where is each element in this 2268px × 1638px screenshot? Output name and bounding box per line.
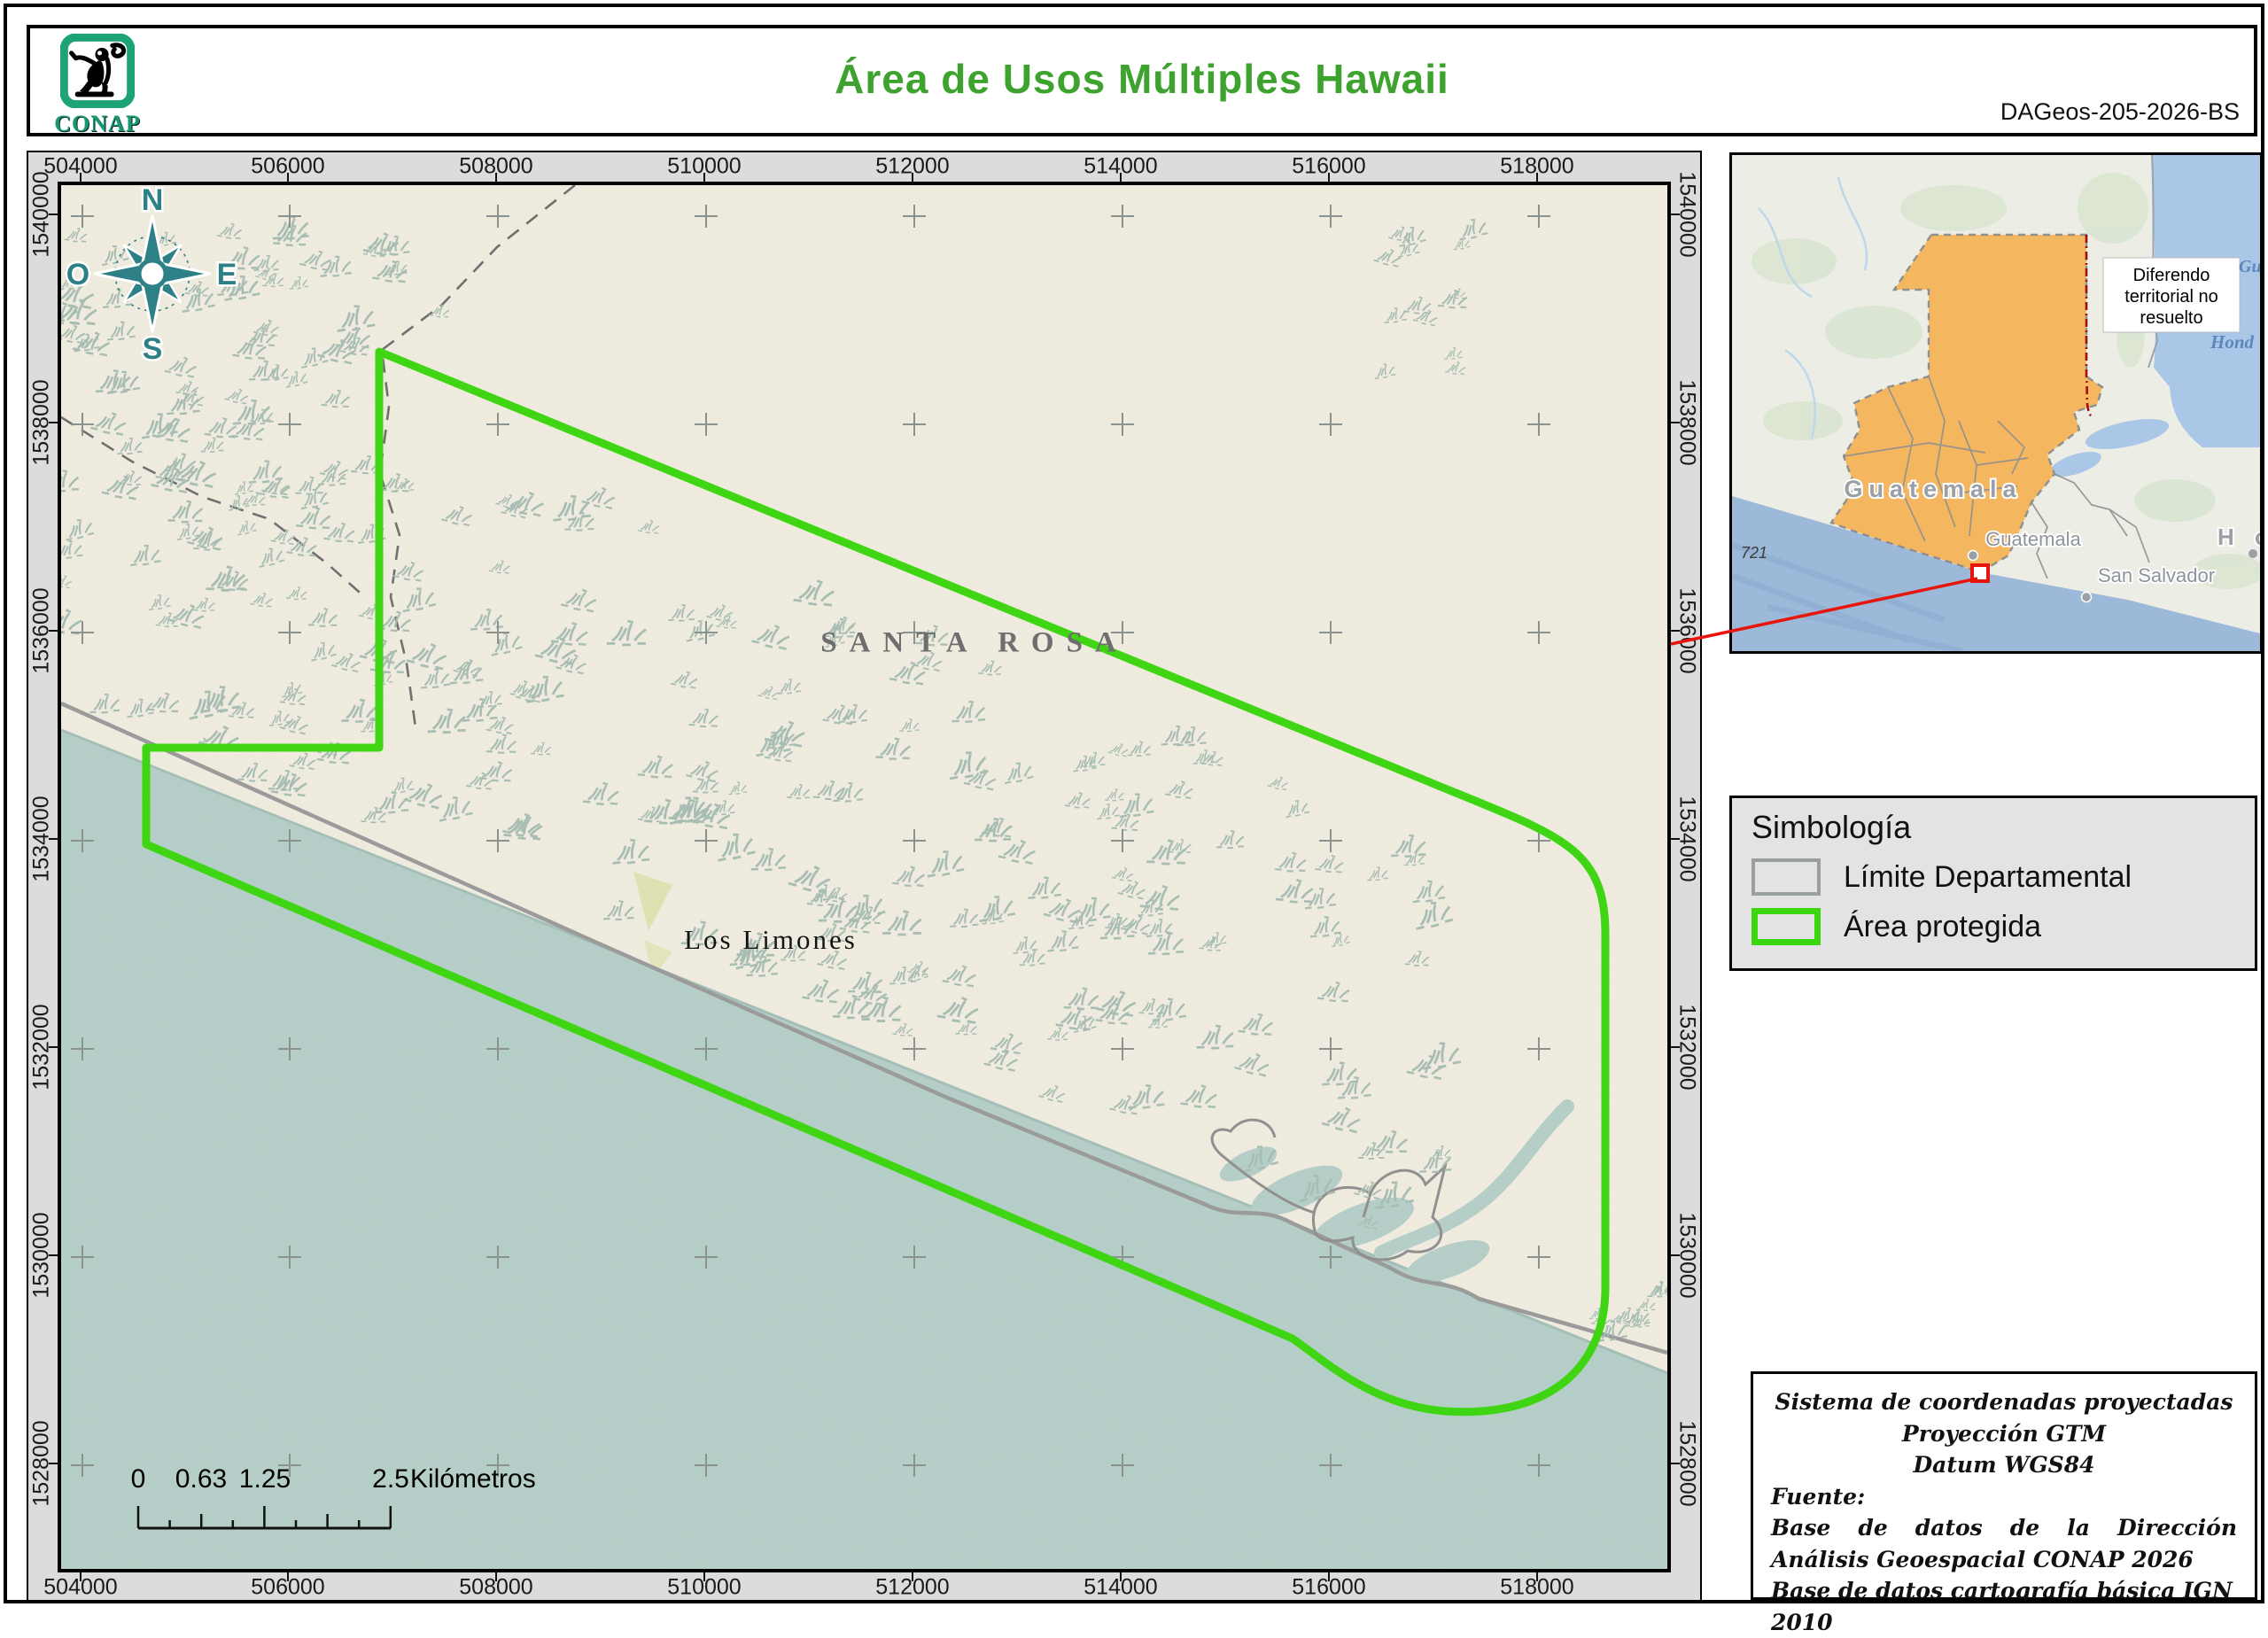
capital-city-label: Guatemala xyxy=(1985,528,2081,550)
gulf-partial-label: Hond xyxy=(2210,331,2255,353)
scale-full: 2.5 xyxy=(372,1464,409,1494)
country-label: Guatemala xyxy=(1844,476,2022,502)
axis-tick xyxy=(287,173,289,182)
top-right-partial-label: Gu xyxy=(2239,257,2260,276)
axis-tick xyxy=(495,173,497,182)
dispute-note-line1: Diferendo xyxy=(2133,266,2210,285)
san-salvador-label: San Salvador xyxy=(2098,564,2215,586)
axis-tick xyxy=(703,173,705,182)
main-map-panel: 5040005040005060005060005080005080005100… xyxy=(27,151,1702,1603)
axis-tick xyxy=(1120,1572,1122,1581)
axis-tick xyxy=(1671,422,1680,423)
axis-tick xyxy=(287,1572,289,1581)
axis-tick xyxy=(80,173,82,182)
header: CONAP Área de Usos Múltiples Hawaii DAGe… xyxy=(27,25,2257,136)
protected-area-locator-square xyxy=(1972,565,1988,581)
dispute-note: Diferendo territorial no resuelto xyxy=(2103,258,2240,332)
dispute-note-line3: resuelto xyxy=(2140,308,2202,328)
dispute-note-line2: territorial no xyxy=(2124,287,2218,307)
info-line-source1: Base de datos de la Dirección Análisis G… xyxy=(1771,1512,2237,1575)
depth-contour-label: 721 xyxy=(1741,544,1767,562)
capital-city-dot xyxy=(1969,551,1978,561)
departmental-limit-swatch xyxy=(1751,858,1821,896)
locator-inset-map: Diferendo territorial no resuelto Guatem… xyxy=(1729,152,2263,654)
legend-item-label: Área protegida xyxy=(1844,910,2041,944)
axis-tick xyxy=(49,630,58,632)
info-line-source-title: Fuente: xyxy=(1771,1481,2237,1513)
axis-tick xyxy=(1536,1572,1538,1581)
info-line-datum: Datum WGS84 xyxy=(1771,1449,2237,1481)
legend-item-protected-area: Área protegida xyxy=(1751,908,2235,945)
san-salvador-dot xyxy=(2082,593,2092,602)
compass-north-label: N xyxy=(142,185,164,217)
info-line-coords: Sistema de coordenadas proyectadas xyxy=(1771,1386,2237,1418)
scale-zero: 0 xyxy=(131,1464,146,1494)
axis-tick xyxy=(912,1572,913,1581)
conap-logo-text: CONAP xyxy=(44,113,151,136)
axis-tick xyxy=(1671,213,1680,215)
legend-item-label: Límite Departamental xyxy=(1844,860,2132,895)
axis-tick xyxy=(49,1254,58,1256)
axis-tick xyxy=(1671,630,1680,632)
axis-tick xyxy=(80,1572,82,1581)
legend: Simbología Límite Departamental Área pro… xyxy=(1729,796,2257,971)
department-label: SANTA ROSA xyxy=(820,627,1129,660)
scale-unit: Kilómetros xyxy=(410,1464,536,1494)
axis-tick xyxy=(49,1046,58,1048)
place-label: Los Limones xyxy=(684,924,858,956)
scale-half: 1.25 xyxy=(239,1464,291,1494)
page-title: Área de Usos Múltiples Hawaii xyxy=(30,55,2254,103)
axis-tick xyxy=(49,1463,58,1464)
map-drawing: N E S O 0 0.63 1.25 2.5 Kilómetros xyxy=(61,185,1667,1569)
edge-city-dot xyxy=(2249,549,2257,558)
axis-tick xyxy=(912,173,913,182)
axis-tick xyxy=(1536,173,1538,182)
coordinate-system-info: Sistema de coordenadas proyectadas Proye… xyxy=(1751,1371,2257,1600)
inset-drawing: Diferendo territorial no resuelto Guatem… xyxy=(1732,155,2260,651)
paper-grain xyxy=(61,185,1667,1569)
axis-tick xyxy=(1328,173,1330,182)
axis-tick xyxy=(495,1572,497,1581)
document-code: DAGeos-205-2026-BS xyxy=(2000,98,2240,126)
protected-area-swatch xyxy=(1751,908,1821,945)
compass-east-label: E xyxy=(217,258,237,291)
axis-tick xyxy=(1671,838,1680,840)
axis-tick xyxy=(1671,1046,1680,1048)
info-line-projection: Proyección GTM xyxy=(1771,1418,2237,1450)
legend-item-departmental-limit: Límite Departamental xyxy=(1751,858,2235,896)
axis-tick xyxy=(49,213,58,215)
honduras-partial-label: H o xyxy=(2218,524,2260,550)
axis-tick xyxy=(1328,1572,1330,1581)
map-canvas: N E S O 0 0.63 1.25 2.5 Kilómetros xyxy=(58,182,1671,1572)
compass-south-label: S xyxy=(143,332,163,366)
axis-tick xyxy=(49,422,58,423)
legend-title: Simbología xyxy=(1751,809,2235,846)
axis-tick xyxy=(49,838,58,840)
compass-west-label: O xyxy=(66,258,89,291)
axis-tick xyxy=(1671,1254,1680,1256)
scale-q1: 0.63 xyxy=(175,1464,227,1494)
axis-tick xyxy=(703,1572,705,1581)
axis-tick xyxy=(1671,1463,1680,1464)
axis-tick xyxy=(1120,173,1122,182)
